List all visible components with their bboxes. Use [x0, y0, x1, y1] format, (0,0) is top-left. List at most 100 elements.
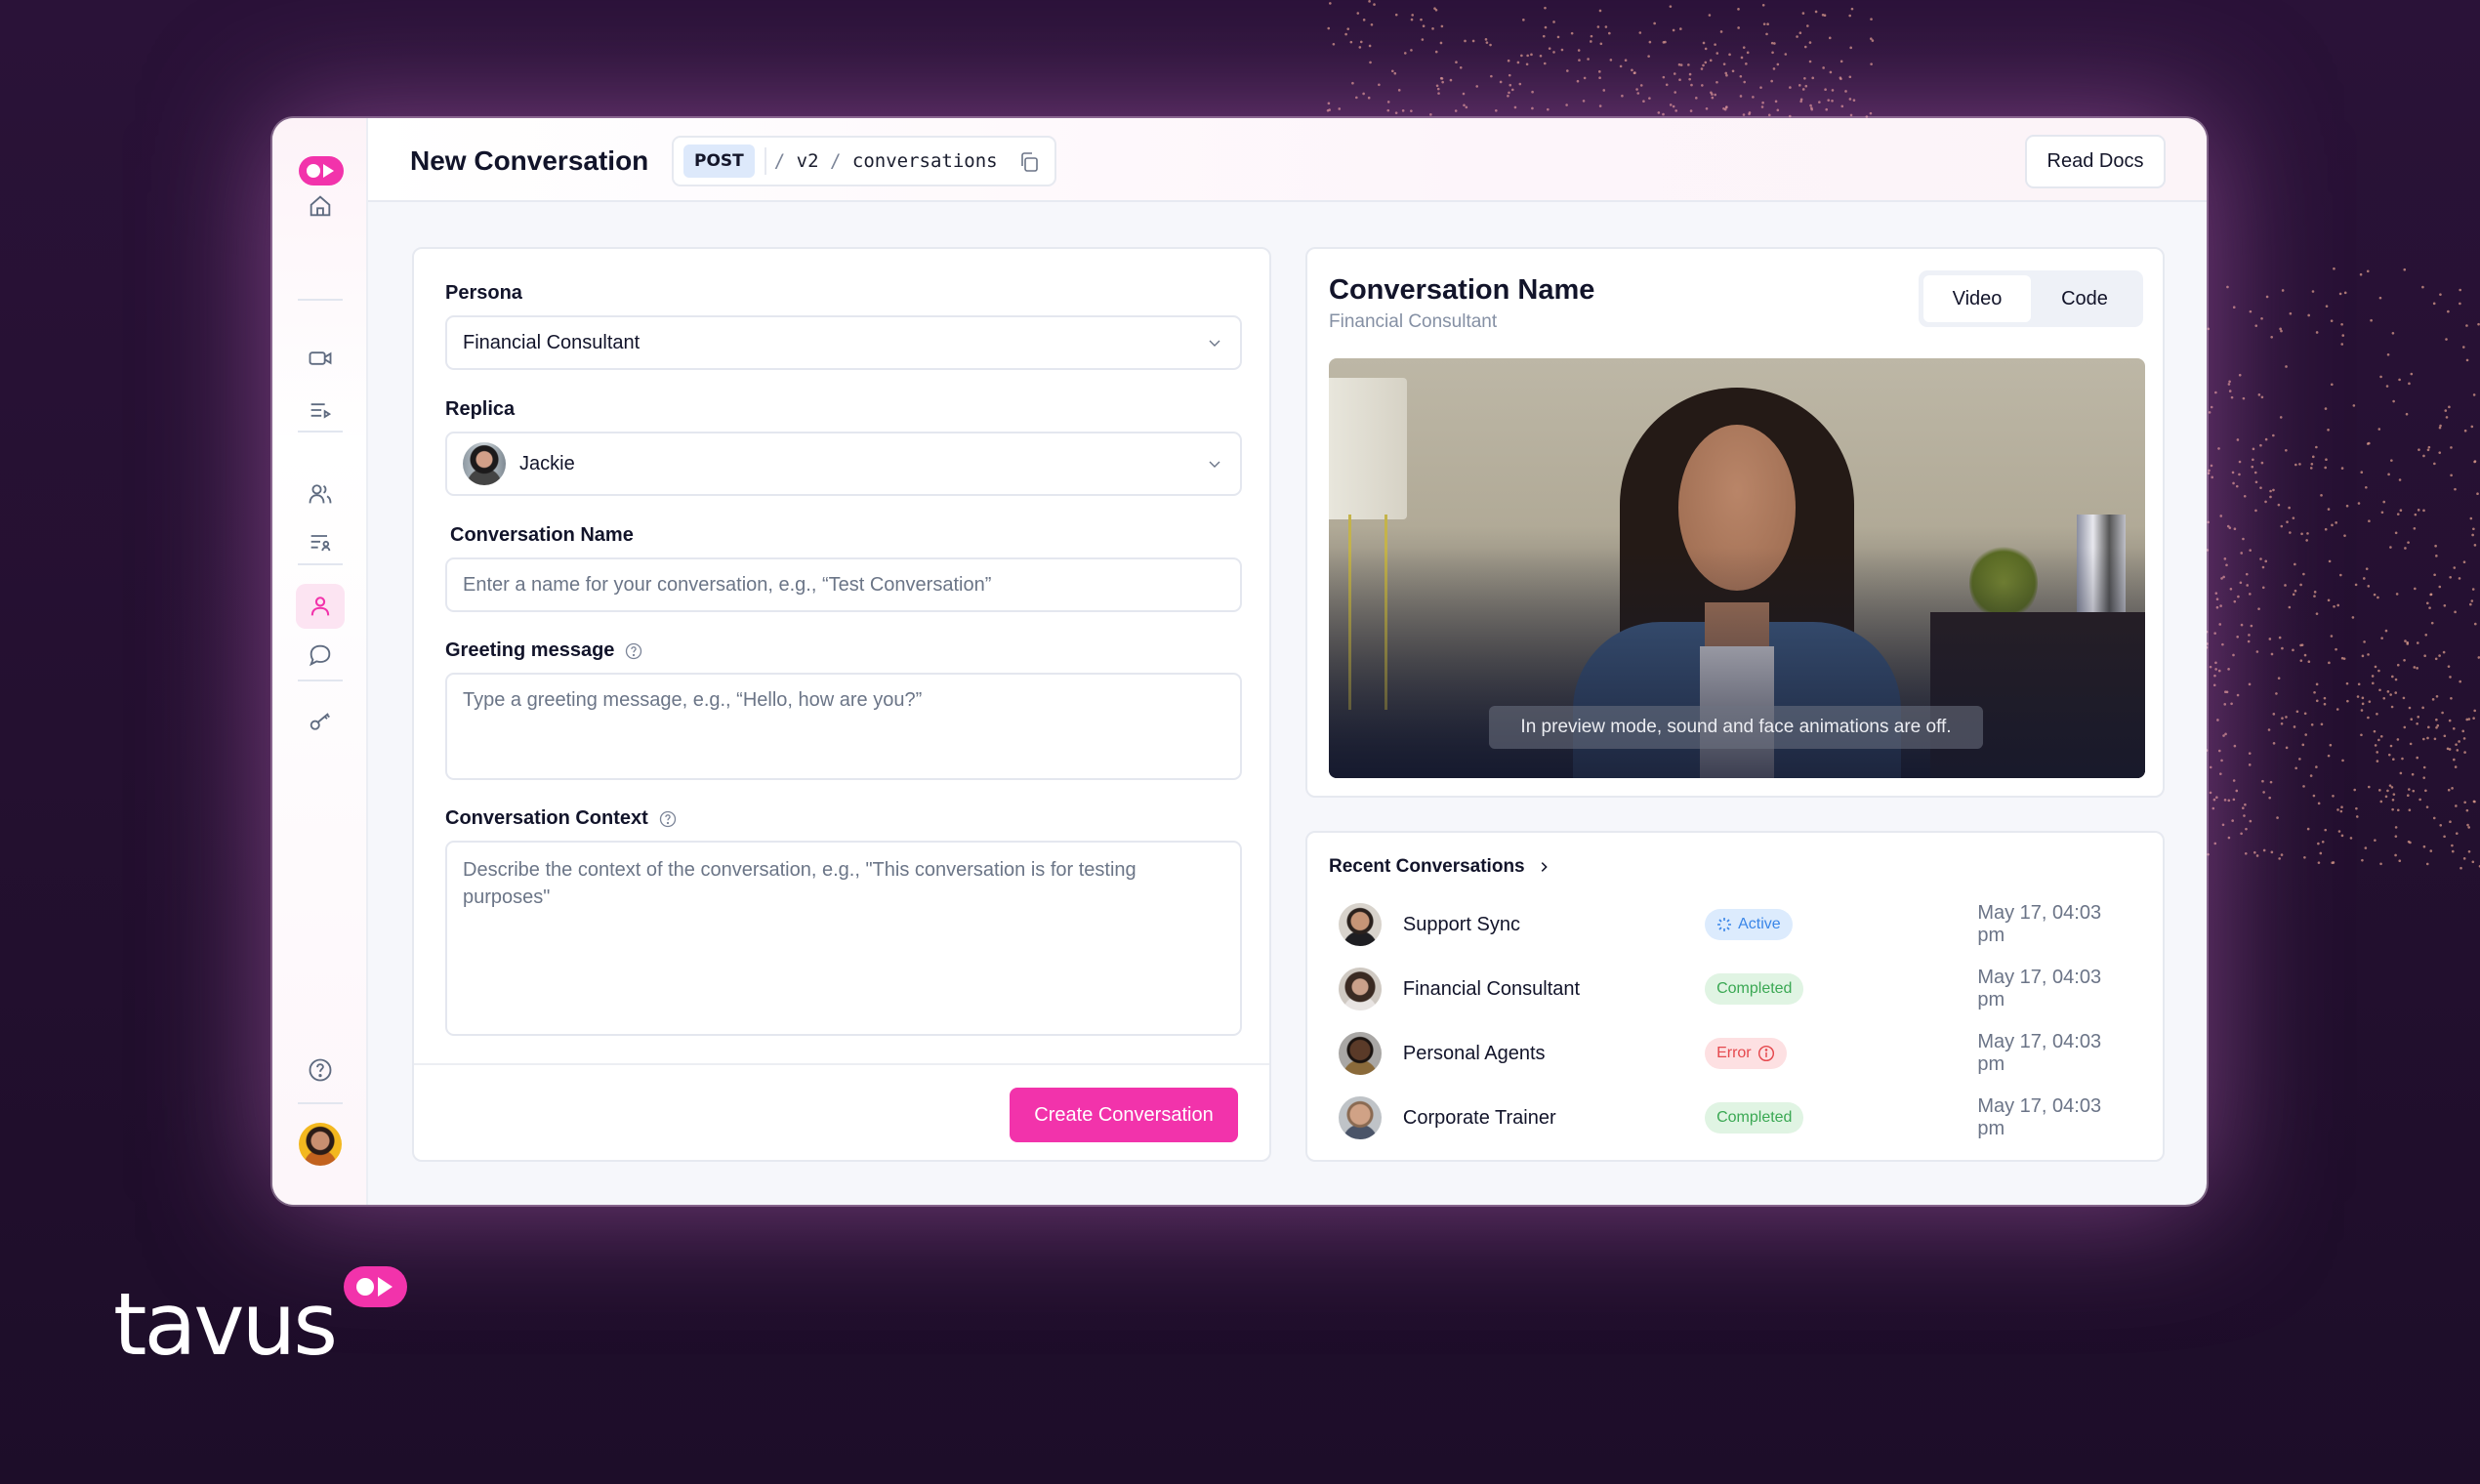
- particle-dot: [1760, 105, 1764, 108]
- particle-dot: [1770, 41, 1774, 45]
- particle-dot: [2243, 494, 2247, 498]
- particle-dot: [2335, 521, 2337, 524]
- copy-icon[interactable]: [1017, 150, 1041, 174]
- particle-dot: [2303, 712, 2307, 716]
- particle-dot: [2418, 798, 2421, 802]
- particle-dot: [1596, 25, 1600, 28]
- particle-dot: [2477, 322, 2480, 326]
- particle-dot: [1368, 0, 1371, 3]
- user-avatar[interactable]: [299, 1123, 342, 1166]
- greeting-message-placeholder: Type a greeting message, e.g., “Hello, h…: [463, 689, 923, 711]
- particle-dot: [2425, 862, 2429, 866]
- particle-dot: [2355, 815, 2359, 818]
- particle-dot: [1762, 22, 1766, 25]
- sidebar-item-video[interactable]: [296, 336, 345, 381]
- particle-dot: [2252, 447, 2255, 451]
- particle-dot: [1827, 99, 1831, 102]
- sidebar-item-conversations[interactable]: [296, 633, 345, 678]
- particle-dot: [2387, 753, 2391, 757]
- particle-dot: [2309, 467, 2313, 470]
- particle-dot: [1798, 84, 1801, 87]
- particle-dot: [2425, 805, 2429, 808]
- particle-dot: [2444, 409, 2448, 412]
- avatar: [1339, 968, 1382, 1010]
- particle-dot: [2412, 789, 2416, 793]
- particle-dot: [2292, 593, 2295, 597]
- sidebar-item-home[interactable]: [296, 184, 345, 228]
- particle-dot: [2473, 460, 2477, 463]
- tab-video[interactable]: Video: [1923, 275, 2031, 322]
- persona-select[interactable]: Financial Consultant: [445, 315, 1242, 370]
- conversation-row[interactable]: Support Sync Active May 17, 04:03 pm: [1329, 902, 2133, 947]
- particle-dot: [2225, 690, 2229, 694]
- particle-dot: [1560, 48, 1564, 52]
- particle-dot: [1609, 59, 1613, 62]
- conversation-context-textarea[interactable]: Describe the context of the conversation…: [445, 841, 1242, 1036]
- video-preview[interactable]: In preview mode, sound and face animatio…: [1329, 358, 2145, 778]
- particle-dot: [1499, 80, 1503, 84]
- particle-dot: [2354, 583, 2358, 587]
- sidebar-item-help[interactable]: [296, 1048, 345, 1092]
- particle-dot: [1745, 62, 1748, 65]
- particle-dot: [1547, 107, 1550, 111]
- particle-dot: [1848, 98, 1852, 101]
- particle-dot: [2235, 789, 2239, 793]
- particle-dot: [1852, 99, 1856, 103]
- particle-dot: [2386, 690, 2390, 693]
- particle-dot: [2253, 471, 2257, 474]
- particle-dot: [2462, 857, 2466, 860]
- view-toggle: Video Code: [1919, 270, 2143, 327]
- tab-code[interactable]: Code: [2031, 275, 2138, 322]
- read-docs-button[interactable]: Read Docs: [2025, 135, 2166, 188]
- particle-dot: [1724, 71, 1728, 75]
- particle-dot: [2455, 832, 2459, 835]
- particle-dot: [2370, 318, 2373, 322]
- particle-dot: [1742, 113, 1746, 116]
- particle-dot: [2249, 309, 2253, 313]
- particle-dot: [2254, 324, 2258, 327]
- conversation-name-input[interactable]: Enter a name for your conversation, e.g.…: [445, 557, 1242, 612]
- sidebar-item-user-list[interactable]: [296, 520, 345, 565]
- conversation-row[interactable]: Financial Consultant Completed May 17, 0…: [1329, 967, 2133, 1011]
- particle-dot: [1599, 42, 1603, 46]
- replica-select[interactable]: Jackie: [445, 432, 1242, 496]
- create-conversation-button[interactable]: Create Conversation: [1010, 1088, 1238, 1142]
- particle-dot: [1722, 62, 1726, 65]
- greeting-message-textarea[interactable]: Type a greeting message, e.g., “Hello, h…: [445, 673, 1242, 780]
- conversation-row[interactable]: Corporate Trainer Completed May 17, 04:0…: [1329, 1095, 2133, 1140]
- sidebar-item-users[interactable]: [296, 472, 345, 516]
- particle-dot: [1411, 14, 1414, 17]
- particle-dot: [2292, 648, 2294, 652]
- particle-dot: [2376, 713, 2378, 716]
- particle-dot: [1701, 84, 1704, 87]
- particle-dot: [1356, 12, 1360, 15]
- particle-dot: [1544, 6, 1547, 10]
- sidebar-item-api-keys[interactable]: [296, 698, 345, 743]
- particle-dot: [1636, 92, 1640, 95]
- particle-dot: [2407, 541, 2410, 544]
- sidebar-item-playlist[interactable]: [296, 388, 345, 433]
- tavus-logo-icon[interactable]: [299, 156, 344, 186]
- conversation-row[interactable]: Personal Agents Error May 17, 04:03 pm: [1329, 1031, 2133, 1076]
- particle-dot: [2315, 331, 2319, 334]
- particle-dot: [1362, 19, 1366, 21]
- sidebar-item-persona[interactable]: [296, 584, 345, 629]
- particle-dot: [2403, 268, 2407, 271]
- particle-dot: [2285, 448, 2288, 452]
- particle-dot: [2277, 677, 2281, 680]
- particle-dot: [2399, 509, 2403, 513]
- particle-dot: [2227, 836, 2231, 840]
- particle-dot: [2463, 751, 2466, 754]
- help-icon[interactable]: [658, 809, 678, 829]
- particle-dot: [2235, 484, 2239, 488]
- particle-dot: [2248, 752, 2252, 755]
- particle-dot: [2426, 448, 2430, 452]
- particle-dot: [2459, 680, 2461, 683]
- info-icon[interactable]: [1757, 1045, 1775, 1062]
- help-icon[interactable]: [624, 641, 643, 661]
- particle-dot: [1704, 61, 1708, 64]
- chat-bubble-icon: [309, 644, 331, 667]
- particle-dot: [2427, 445, 2431, 449]
- particle-dot: [2367, 785, 2371, 789]
- recent-conversations-link[interactable]: Recent Conversations: [1329, 856, 1550, 878]
